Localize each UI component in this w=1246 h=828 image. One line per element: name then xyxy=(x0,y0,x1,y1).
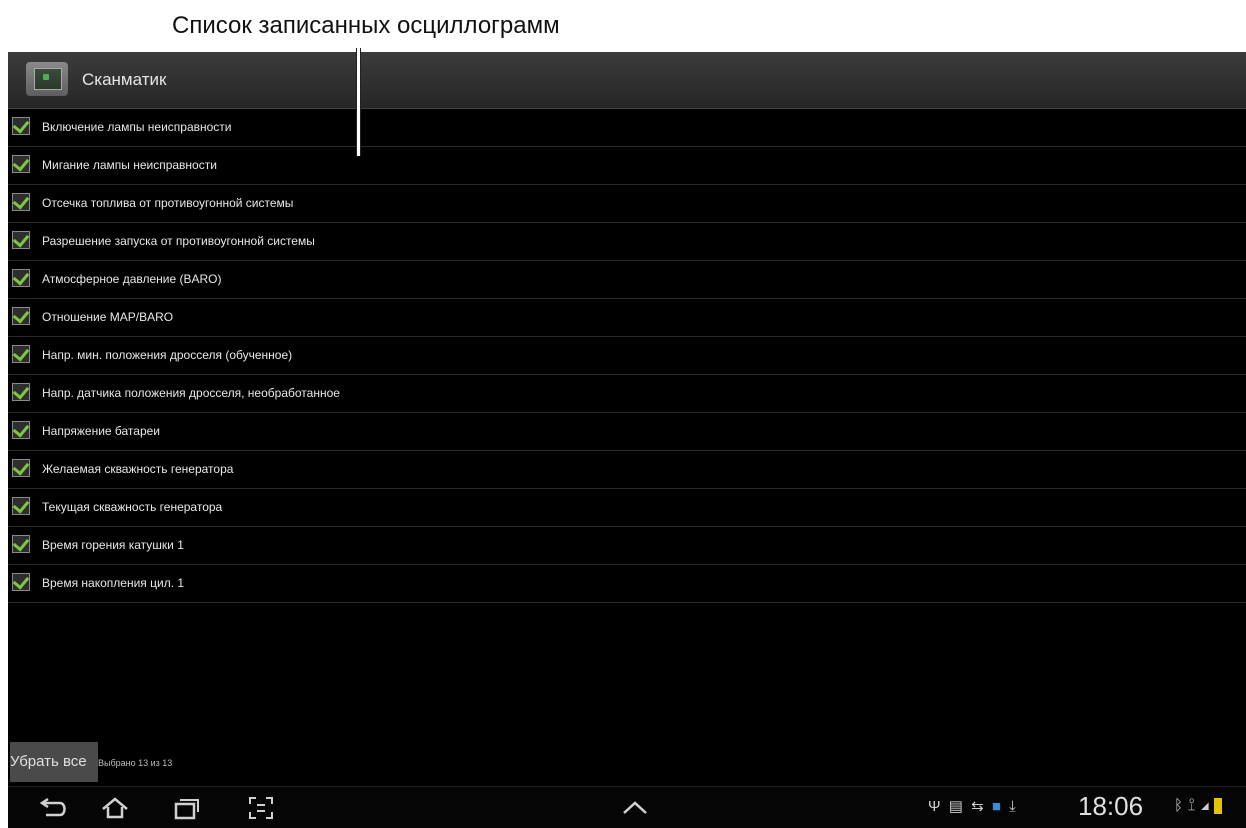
checkbox-checked-icon[interactable] xyxy=(12,269,30,287)
checkbox-checked-icon[interactable] xyxy=(12,307,30,325)
list-item-label: Желаемая скважность генератора xyxy=(42,462,234,476)
list-item[interactable]: Атмосферное давление (BARO) xyxy=(8,261,1246,299)
oscillogram-list: Включение лампы неисправности Мигание ла… xyxy=(8,109,1246,603)
list-item-label: Мигание лампы неисправности xyxy=(42,158,217,172)
action-bar: Сканматик xyxy=(8,52,1246,109)
checkbox-checked-icon[interactable] xyxy=(12,193,30,211)
list-item-label: Отношение MAP/BARO xyxy=(42,310,174,324)
checkbox-checked-icon[interactable] xyxy=(12,459,30,477)
list-item-label: Напр. датчика положения дросселя, необра… xyxy=(42,386,340,400)
sync-icon: ⇆ xyxy=(971,798,984,815)
chevron-up-icon[interactable] xyxy=(620,795,650,821)
list-item-label: Время накопления цил. 1 xyxy=(42,576,185,590)
checkbox-checked-icon[interactable] xyxy=(12,573,30,591)
list-item-label: Время горения катушки 1 xyxy=(42,538,184,552)
usb-icon: Ψ xyxy=(928,798,941,815)
signal-icon: ◢ xyxy=(1200,797,1210,814)
caption-area: Список записанных осциллограмм xyxy=(0,0,1246,52)
list-item-label: Отсечка топлива от противоугонной систем… xyxy=(42,196,294,210)
list-item-label: Напр. мин. положения дросселя (обученное… xyxy=(42,348,293,362)
checkbox-checked-icon[interactable] xyxy=(12,345,30,363)
battery-icon xyxy=(1213,798,1222,815)
list-item[interactable]: Напряжение батареи xyxy=(8,413,1246,451)
device-screen: Сканматик Включение лампы неисправности … xyxy=(8,52,1246,828)
list-item[interactable]: Отсечка топлива от противоугонной систем… xyxy=(8,185,1246,223)
app-title: Сканматик xyxy=(82,70,167,89)
checkbox-checked-icon[interactable] xyxy=(12,535,30,553)
home-icon[interactable] xyxy=(100,795,130,821)
bluetooth-icon: ᛒ xyxy=(1174,797,1184,814)
recent-apps-icon[interactable] xyxy=(170,795,200,821)
system-navigation-bar: Ψ ▤ ⇆ ■ ⤓ 18:06 ᛒ ⟟ ◢ xyxy=(8,786,1246,828)
screenshot-icon[interactable] xyxy=(246,795,276,821)
checkbox-checked-icon[interactable] xyxy=(12,421,30,439)
app-notification-icon: ■ xyxy=(991,798,1001,815)
list-item[interactable]: Напр. мин. положения дросселя (обученное… xyxy=(8,337,1246,375)
checkbox-checked-icon[interactable] xyxy=(12,155,30,173)
checkbox-checked-icon[interactable] xyxy=(12,231,30,249)
caption-text: Список записанных осциллограмм xyxy=(172,12,560,39)
list-item[interactable]: Текущая скважность генератора xyxy=(8,489,1246,527)
list-item[interactable]: Включение лампы неисправности xyxy=(8,109,1246,147)
app-logo-icon[interactable] xyxy=(26,62,68,96)
list-item-label: Атмосферное давление (BARO) xyxy=(42,272,222,286)
sd-card-icon: ▤ xyxy=(948,798,963,815)
status-icons: Ψ ▤ ⇆ ■ ⤓ xyxy=(928,797,1028,819)
remove-all-button[interactable]: Убрать все xyxy=(10,742,98,782)
connectivity-icons: ᛒ ⟟ ◢ xyxy=(1174,797,1222,815)
bottom-action-bar: Убрать все Выбрано 13 из 13 xyxy=(8,742,1246,782)
list-item[interactable]: Мигание лампы неисправности xyxy=(8,147,1246,185)
download-icon: ⤓ xyxy=(1009,798,1016,815)
list-item-label: Включение лампы неисправности xyxy=(42,120,232,134)
caption-pointer-line xyxy=(356,48,361,156)
list-item[interactable]: Напр. датчика положения дросселя, необра… xyxy=(8,375,1246,413)
list-item[interactable]: Желаемая скважность генератора xyxy=(8,451,1246,489)
list-item[interactable]: Разрешение запуска от противоугонной сис… xyxy=(8,223,1246,261)
checkbox-checked-icon[interactable] xyxy=(12,497,30,515)
list-item-label: Текущая скважность генератора xyxy=(42,500,223,514)
list-item[interactable]: Время накопления цил. 1 xyxy=(8,565,1246,603)
selected-count-text: Выбрано 13 из 13 xyxy=(98,758,173,768)
back-icon[interactable] xyxy=(38,795,68,821)
clock: 18:06 xyxy=(1078,791,1144,821)
list-item-label: Разрешение запуска от противоугонной сис… xyxy=(42,234,315,248)
checkbox-checked-icon[interactable] xyxy=(12,383,30,401)
wifi-icon: ⟟ xyxy=(1187,797,1197,814)
list-item[interactable]: Отношение MAP/BARO xyxy=(8,299,1246,337)
list-item[interactable]: Время горения катушки 1 xyxy=(8,527,1246,565)
checkbox-checked-icon[interactable] xyxy=(12,117,30,135)
list-item-label: Напряжение батареи xyxy=(42,424,161,438)
